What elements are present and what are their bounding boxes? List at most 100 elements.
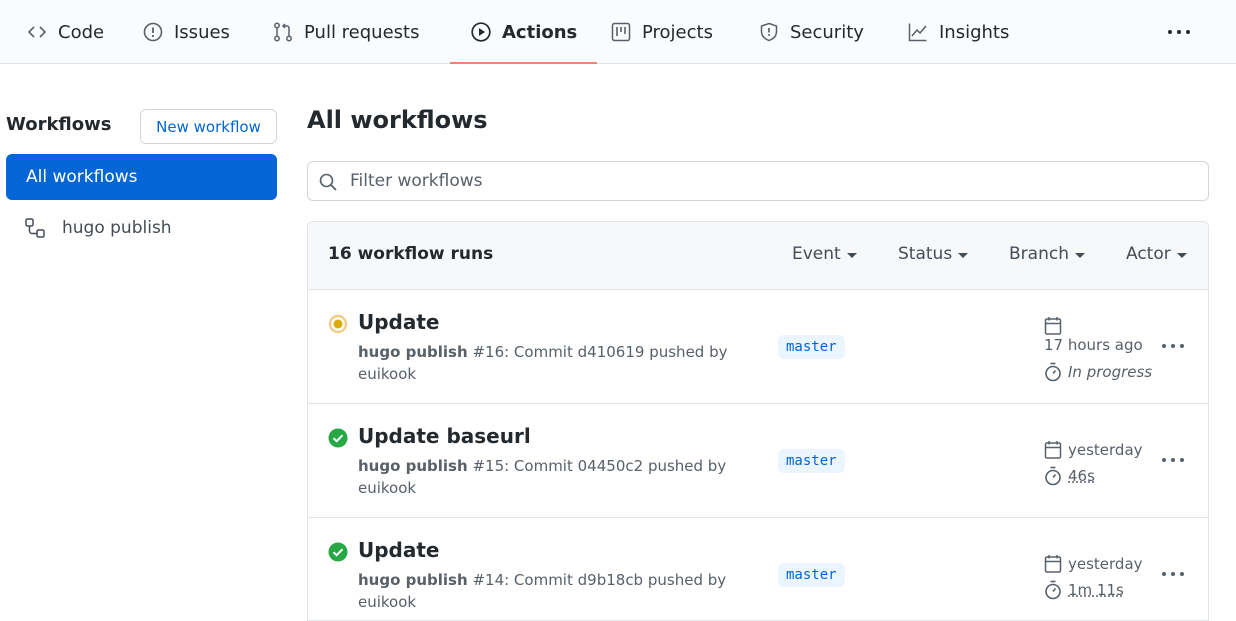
tab-issues[interactable]: Issues [142,0,230,64]
run-title[interactable]: Update baseurl [358,424,531,448]
run-workflow-name: hugo publish [358,571,468,589]
run-time-label: yesterday [1068,555,1143,573]
play-icon [471,22,491,42]
tab-actions[interactable]: Actions [449,0,598,64]
check-circle-icon [328,542,348,562]
run-duration-label: 46s [1068,467,1095,485]
chevron-down-icon [1176,252,1187,258]
workflow-runs-header: 16 workflow runs Event Status Branch Act… [308,222,1208,290]
tab-pull-requests[interactable]: Pull requests [272,0,419,64]
workflow-run-row[interactable]: Update hugo publish #14: Commit d9b18cb … [308,518,1208,620]
stopwatch-icon [1045,580,1061,600]
run-timestamp: 17 hours ago [1044,316,1143,354]
tab-label: Insights [939,21,1010,43]
event-filter-label: Event [792,244,841,264]
workflow-icon [25,218,45,238]
search-icon [319,173,337,191]
pull-request-icon [274,22,292,42]
event-filter-dropdown[interactable]: Event [792,244,857,264]
run-number: #14 [472,571,505,589]
tab-label: Code [58,21,105,43]
run-pushed-by: pushed by [647,457,727,475]
more-options-icon[interactable] [1160,336,1186,356]
run-time-label: yesterday [1068,441,1143,459]
runs-count: 16 workflow runs [328,244,494,264]
run-commit-prefix: : Commit [504,457,573,475]
run-duration: In progress [1044,362,1152,382]
sidebar-item-hugo-publish[interactable]: hugo publish [24,214,172,242]
calendar-icon [1044,441,1062,459]
run-duration-label: In progress [1068,363,1153,381]
run-title[interactable]: Update [358,538,440,562]
tab-label: Actions [502,21,578,43]
more-options-icon[interactable] [1160,450,1186,470]
sidebar-item-all-workflows[interactable]: All workflows [6,154,277,200]
run-number: #16 [472,343,505,361]
run-duration-label: 1m 11s [1068,581,1124,599]
run-actor[interactable]: euikook [358,479,416,497]
chevron-down-icon [1074,252,1085,258]
more-icon[interactable] [1166,20,1192,44]
tab-security[interactable]: Security [758,0,864,64]
more-options-icon[interactable] [1160,564,1186,584]
run-timestamp: yesterday [1044,554,1143,574]
project-icon [611,22,631,42]
branch-badge[interactable]: master [778,449,845,473]
tab-label: Projects [642,21,713,43]
stopwatch-icon [1045,362,1061,382]
actor-filter-dropdown[interactable]: Actor [1126,244,1187,264]
run-time-label: 17 hours ago [1044,336,1143,354]
run-pushed-by: pushed by [649,343,728,361]
tab-code[interactable]: Code [26,0,104,64]
run-duration: 46s [1044,466,1095,486]
run-title[interactable]: Update [358,310,440,334]
code-icon [27,26,47,38]
branch-badge[interactable]: master [778,563,845,587]
run-commit-prefix: : Commit [504,343,573,361]
run-workflow-name: hugo publish [358,457,468,475]
run-actor[interactable]: euikook [358,593,416,611]
tab-label: Pull requests [304,21,420,43]
branch-badge[interactable]: master [778,335,845,359]
sidebar-item-label: All workflows [26,167,138,187]
calendar-icon [1044,555,1062,573]
filter-workflows-input[interactable] [348,162,1198,200]
graph-icon [908,23,927,42]
run-number: #15 [472,457,505,475]
run-timestamp: yesterday [1044,440,1143,460]
run-actor[interactable]: euikook [358,365,416,383]
run-duration: 1m 11s [1044,580,1124,600]
workflow-run-row[interactable]: Update baseurl hugo publish #15: Commit … [308,404,1208,518]
new-workflow-button[interactable]: New workflow [140,109,277,144]
shield-icon [760,22,778,42]
status-filter-label: Status [898,244,953,264]
stopwatch-icon [1045,466,1061,486]
calendar-icon [1044,317,1062,335]
tab-projects[interactable]: Projects [610,0,713,64]
repo-nav: Code Issues Pull requests Actions Projec… [0,0,1236,64]
run-meta: hugo publish #14: Commit d9b18cb pushed … [358,569,748,613]
filter-workflows [307,161,1209,201]
run-commit-sha[interactable]: 04450c2 [578,457,644,475]
chevron-down-icon [958,252,969,258]
in-progress-icon [328,314,348,334]
workflow-runs-list: 16 workflow runs Event Status Branch Act… [307,221,1209,621]
check-circle-icon [328,428,348,448]
sidebar-title: Workflows [6,114,112,135]
run-commit-sha[interactable]: d9b18cb [578,571,643,589]
run-commit-sha[interactable]: d410619 [578,343,645,361]
run-meta: hugo publish #15: Commit 04450c2 pushed … [358,455,748,499]
issue-icon [143,22,163,42]
workflow-run-row[interactable]: Update hugo publish #16: Commit d410619 … [308,290,1208,404]
run-commit-prefix: : Commit [504,571,573,589]
run-workflow-name: hugo publish [358,343,468,361]
tab-label: Issues [174,21,230,43]
tab-label: Security [790,21,864,43]
status-filter-dropdown[interactable]: Status [898,244,969,264]
sidebar-item-label: hugo publish [62,218,172,238]
run-meta: hugo publish #16: Commit d410619 pushed … [358,341,748,385]
branch-filter-label: Branch [1009,244,1069,264]
actor-filter-label: Actor [1126,244,1171,264]
tab-insights[interactable]: Insights [907,0,1009,64]
branch-filter-dropdown[interactable]: Branch [1009,244,1085,264]
